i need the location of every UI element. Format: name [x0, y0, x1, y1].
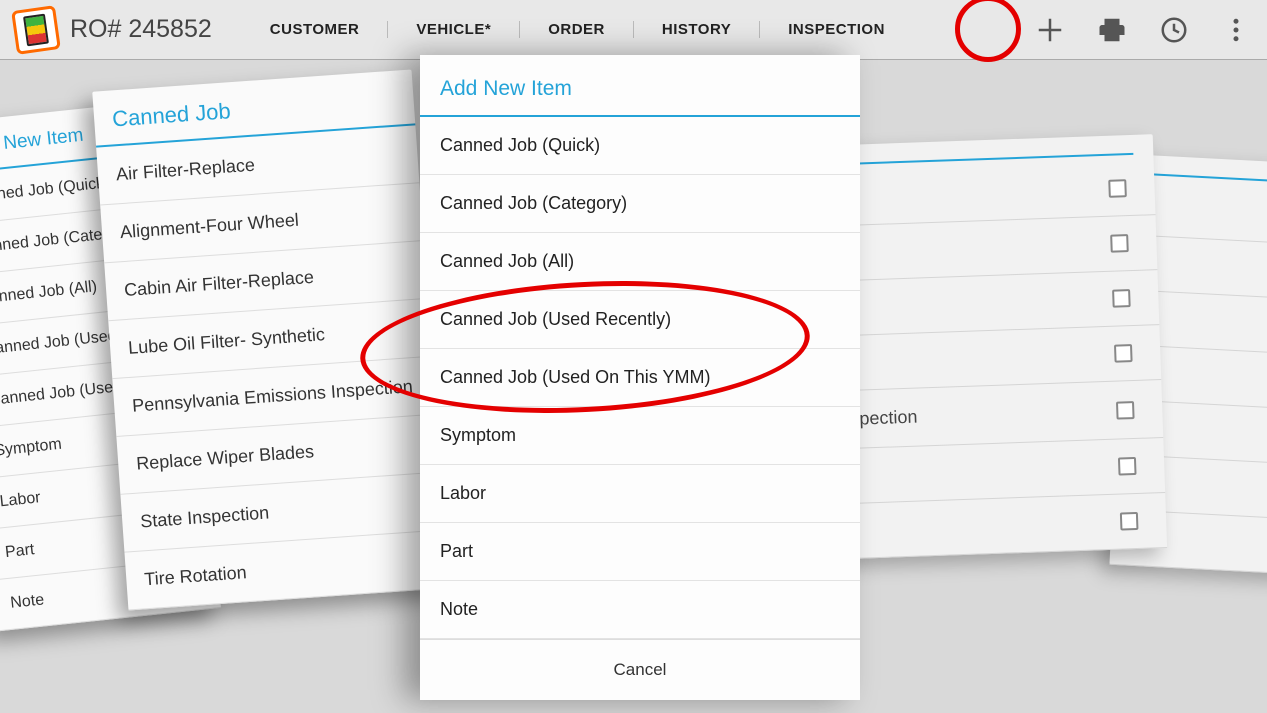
- add-button[interactable]: [1019, 0, 1081, 60]
- tab-customer[interactable]: CUSTOMER: [242, 21, 388, 38]
- clock-icon: [1159, 15, 1189, 45]
- main-tabs: CUSTOMER VEHICLE* ORDER HISTORY INSPECTI…: [242, 21, 913, 38]
- menu-item-part[interactable]: Part: [420, 523, 860, 581]
- tab-history[interactable]: HISTORY: [633, 21, 759, 38]
- tab-order[interactable]: ORDER: [519, 21, 633, 38]
- checkbox[interactable]: [1114, 344, 1133, 363]
- checkbox[interactable]: [1118, 457, 1137, 476]
- menu-item-canned-category[interactable]: Canned Job (Category): [420, 175, 860, 233]
- menu-item-symptom[interactable]: Symptom: [420, 407, 860, 465]
- checkbox[interactable]: [1108, 179, 1127, 198]
- background-card-canned-job: Canned Job Air Filter-Replace Alignment-…: [92, 69, 447, 610]
- menu-item-canned-recent[interactable]: Canned Job (Used Recently): [420, 291, 860, 349]
- print-button[interactable]: [1081, 0, 1143, 60]
- menu-item-note[interactable]: Note: [420, 581, 860, 639]
- background-checklist-left: nspection: [813, 134, 1167, 560]
- app-logo: [11, 5, 61, 55]
- menu-item-canned-quick[interactable]: Canned Job (Quick): [420, 117, 860, 175]
- overflow-menu-button[interactable]: [1205, 0, 1267, 60]
- tab-inspection[interactable]: INSPECTION: [759, 21, 913, 38]
- checkbox[interactable]: [1116, 401, 1135, 420]
- print-icon: [1097, 15, 1127, 45]
- plus-icon: [1035, 15, 1065, 45]
- checkbox[interactable]: [1112, 289, 1131, 308]
- checkbox[interactable]: [1120, 512, 1139, 531]
- checkbox[interactable]: [1110, 234, 1129, 253]
- history-button[interactable]: [1143, 0, 1205, 60]
- menu-item-canned-ymm[interactable]: Canned Job (Used On This YMM): [420, 349, 860, 407]
- menu-item-canned-all[interactable]: Canned Job (All): [420, 233, 860, 291]
- add-new-item-dialog: Add New Item Canned Job (Quick) Canned J…: [420, 55, 860, 700]
- top-toolbar: RO# 245852 CUSTOMER VEHICLE* ORDER HISTO…: [0, 0, 1267, 60]
- cancel-button[interactable]: Cancel: [420, 639, 860, 700]
- dialog-title: Add New Item: [420, 55, 860, 117]
- tab-vehicle[interactable]: VEHICLE*: [387, 21, 519, 38]
- kebab-icon: [1221, 15, 1251, 45]
- ro-number: RO# 245852: [70, 15, 212, 44]
- menu-item-labor[interactable]: Labor: [420, 465, 860, 523]
